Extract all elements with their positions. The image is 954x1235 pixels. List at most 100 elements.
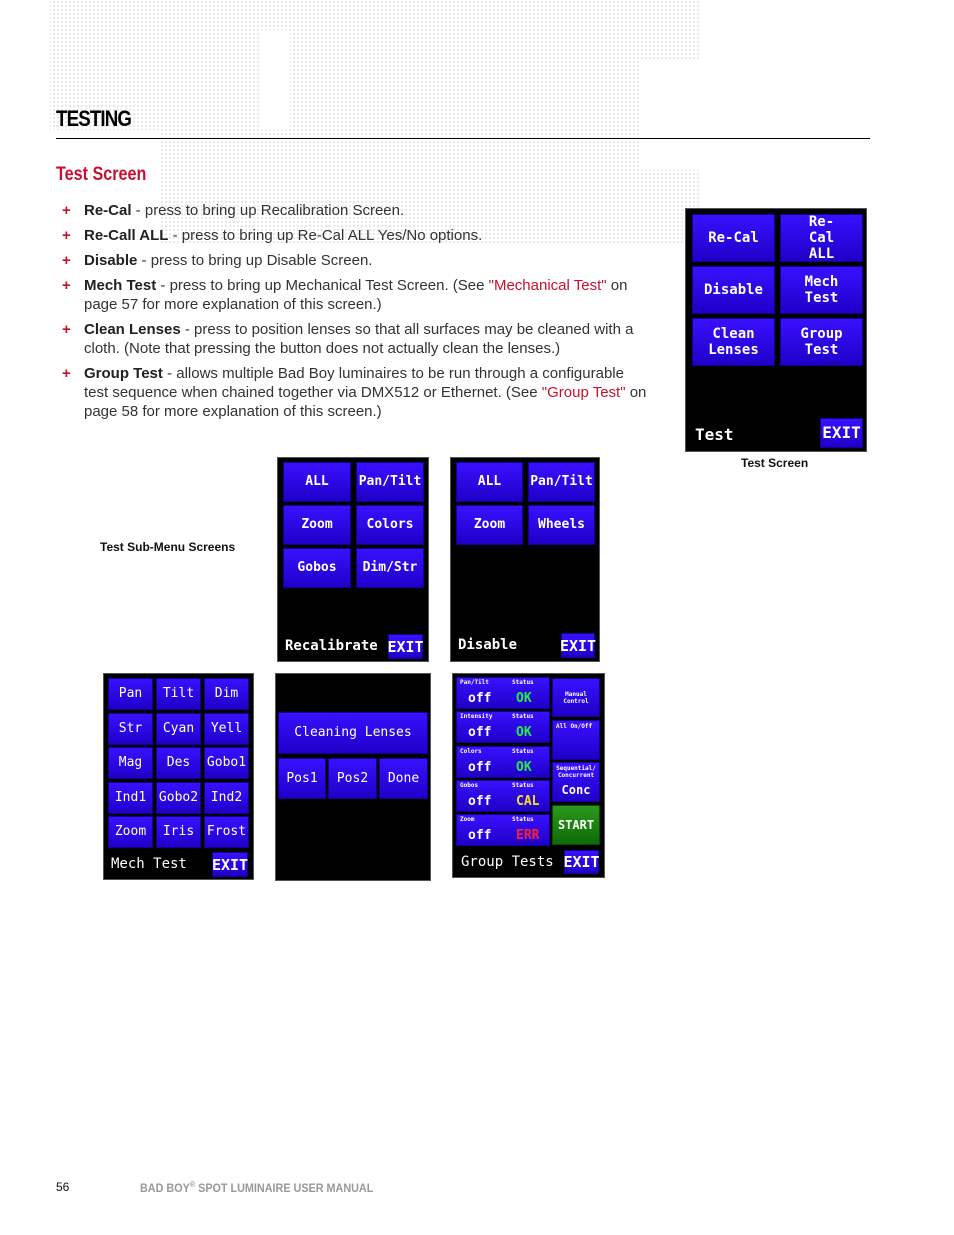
mech-zoom-button[interactable]: Zoom — [108, 816, 153, 848]
start-button[interactable]: START — [552, 805, 600, 845]
row-value: off — [468, 725, 492, 741]
manual-title: BAD BOY® SPOT LUMINAIRE USER MANUAL — [140, 1180, 373, 1195]
exit-button[interactable]: EXIT — [212, 852, 248, 877]
screen-title: Disable — [458, 637, 518, 653]
row-status: OK — [516, 725, 532, 741]
bullet-text: - press to bring up Mechanical Test Scre… — [156, 277, 489, 294]
group-test-row[interactable]: Gobos Status off CAL — [456, 779, 550, 812]
clean-lenses-button[interactable]: Clean Lenses — [692, 318, 775, 366]
bullet-text: - press to bring up Recalibration Screen… — [131, 202, 405, 219]
list-item: + Mech Test - press to bring up Mechanica… — [62, 276, 652, 314]
mech-str-button[interactable]: Str — [108, 712, 153, 745]
bullet-term: Re-Call ALL — [84, 227, 169, 244]
mech-cyan-button[interactable]: Cyan — [156, 712, 201, 745]
mech-test-button[interactable]: Mech Test — [780, 266, 863, 314]
group-test-link[interactable]: "Group Test" — [542, 384, 626, 401]
recal-dim-str-button[interactable]: Dim/Str — [356, 548, 424, 588]
mech-gobo2-button[interactable]: Gobo2 — [156, 781, 201, 814]
mech-des-button[interactable]: Des — [156, 747, 201, 779]
exit-button[interactable]: EXIT — [560, 633, 596, 658]
mech-iris-button[interactable]: Iris — [156, 816, 201, 848]
plus-icon: + — [62, 277, 71, 294]
mech-yell-button[interactable]: Yell — [204, 712, 249, 745]
disable-screen: ALL Pan/Tilt Zoom Wheels Disable EXIT — [450, 457, 600, 662]
screen-title: Recalibrate — [285, 638, 378, 654]
list-item: + Group Test - allows multiple Bad Boy lu… — [62, 364, 652, 421]
mech-test-screen: Pan Tilt Dim Str Cyan Yell Mag Des Gobo1 Ind1 Gobo… — [103, 673, 254, 880]
disable-wheels-button[interactable]: Wheels — [528, 505, 595, 545]
recal-zoom-button[interactable]: Zoom — [283, 505, 351, 545]
mech-pan-button[interactable]: Pan — [108, 678, 153, 710]
group-test-row[interactable]: Colors Status off OK — [456, 745, 550, 778]
sequential-concurrent-button[interactable]: Sequential/ Concurrent Conc — [552, 762, 600, 802]
disable-pan-tilt-button[interactable]: Pan/Tilt — [528, 462, 595, 502]
mech-dim-button[interactable]: Dim — [204, 678, 249, 710]
recal-gobos-button[interactable]: Gobos — [283, 548, 351, 588]
recal-colors-button[interactable]: Colors — [356, 505, 424, 545]
group-test-row[interactable]: Pan/Tilt Status off OK — [456, 677, 550, 709]
row-status: OK — [516, 759, 532, 775]
mech-ind2-button[interactable]: Ind2 — [204, 781, 249, 814]
re-cal-all-button[interactable]: Re-Cal ALL — [780, 214, 863, 262]
section-divider — [56, 138, 870, 139]
sequential-concurrent-value: Conc — [561, 783, 591, 797]
pos1-button[interactable]: Pos1 — [278, 758, 326, 799]
group-tests-screen: Pan/Tilt Status off OK Intensity Status off OK C… — [452, 673, 605, 878]
group-test-row[interactable]: Zoom Status off ERR — [456, 814, 550, 847]
bullet-text: - press to bring up Re-Cal ALL Yes/No op… — [168, 227, 483, 244]
plus-icon: + — [62, 252, 71, 269]
row-value: off — [468, 691, 492, 706]
row-value: off — [468, 828, 492, 844]
row-value: off — [468, 759, 492, 775]
mech-frost-button[interactable]: Frost — [204, 816, 249, 848]
list-item: + Re-Cal - press to bring up Recalibratio… — [62, 201, 652, 220]
disable-zoom-button[interactable]: Zoom — [456, 505, 523, 545]
mech-tilt-button[interactable]: Tilt — [156, 678, 201, 710]
submenu-caption: Test Sub-Menu Screens — [100, 540, 236, 554]
mech-mag-button[interactable]: Mag — [108, 747, 153, 779]
screen-title: Test — [695, 425, 734, 444]
disable-all-button[interactable]: ALL — [456, 462, 523, 502]
screen-title: Group Tests — [461, 854, 554, 870]
plus-icon: + — [62, 321, 71, 338]
list-item: + Disable - press to bring up Disable Scr… — [62, 251, 652, 270]
exit-button[interactable]: EXIT — [820, 418, 863, 448]
test-screen-caption: Test Screen — [741, 456, 809, 470]
done-button[interactable]: Done — [379, 758, 428, 799]
row-status: OK — [516, 691, 532, 706]
feature-list: + Re-Cal - press to bring up Recalibratio… — [62, 201, 652, 427]
plus-icon: + — [62, 202, 71, 219]
row-status-label: Status — [512, 713, 534, 721]
mechanical-test-link[interactable]: "Mechanical Test" — [489, 277, 607, 294]
exit-button[interactable]: EXIT — [563, 850, 600, 874]
manual-control-button[interactable]: Manual Control — [552, 678, 600, 717]
all-on-off-button[interactable]: All On/Off — [552, 720, 600, 760]
section-title: TESTING — [56, 106, 132, 131]
bullet-term: Group Test — [84, 365, 163, 382]
recalibrate-screen: ALL Pan/Tilt Zoom Colors Gobos Dim/Str R… — [277, 457, 429, 662]
group-test-row[interactable]: Intensity Status off OK — [456, 711, 550, 744]
row-name: Gobos — [460, 781, 479, 789]
brand-name: BAD BOY — [140, 1181, 190, 1195]
row-status-label: Status — [512, 781, 534, 789]
row-name: Intensity — [460, 713, 493, 721]
bullet-text: - press to bring up Disable Screen. — [137, 252, 373, 269]
page-number: 56 — [56, 1180, 70, 1194]
row-status: CAL — [516, 793, 540, 809]
group-test-button[interactable]: Group Test — [780, 318, 863, 366]
sequential-concurrent-label: Sequential/ Concurrent — [556, 765, 596, 779]
pos2-button[interactable]: Pos2 — [328, 758, 377, 799]
disable-button[interactable]: Disable — [692, 266, 775, 314]
recal-pan-tilt-button[interactable]: Pan/Tilt — [356, 462, 424, 502]
subsection-title: Test Screen — [56, 164, 147, 185]
mech-gobo1-button[interactable]: Gobo1 — [204, 747, 249, 779]
bullet-term: Mech Test — [84, 277, 157, 294]
re-cal-button[interactable]: Re-Cal — [692, 214, 775, 262]
cleaning-lenses-screen: Cleaning Lenses Pos1 Pos2 Done — [275, 673, 431, 881]
exit-button[interactable]: EXIT — [387, 634, 424, 659]
bullet-term: Disable — [84, 252, 138, 269]
screen-title: Mech Test — [111, 856, 187, 872]
row-name: Colors — [460, 747, 482, 755]
mech-ind1-button[interactable]: Ind1 — [108, 781, 153, 814]
recal-all-button[interactable]: ALL — [283, 462, 351, 502]
